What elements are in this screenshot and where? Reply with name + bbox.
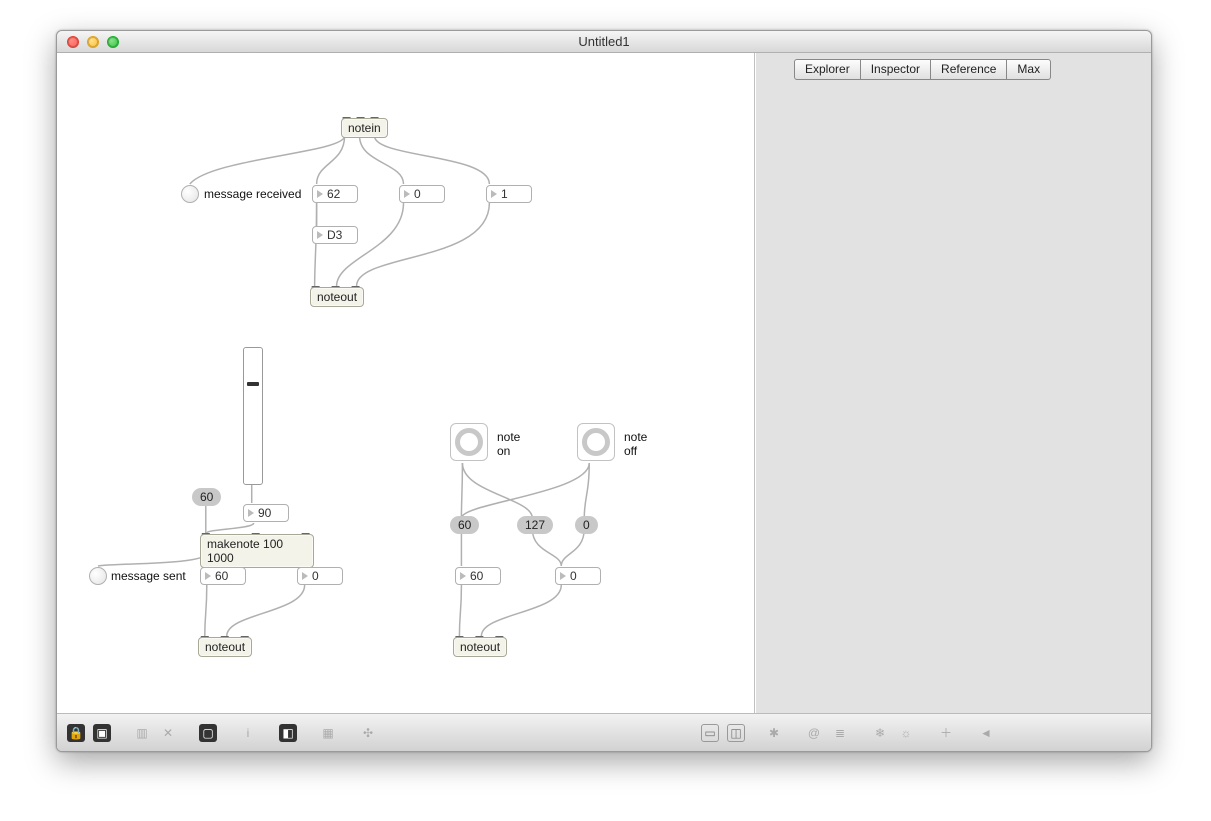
slider-knob[interactable] (247, 382, 259, 386)
message-value: 60 (458, 518, 471, 532)
sidebar: Explorer Inspector Reference Max (755, 53, 1151, 751)
numbox-value: D3 (327, 228, 348, 242)
bang-sent[interactable] (89, 567, 107, 585)
message-vel-127[interactable]: 127 (517, 516, 553, 534)
numbox-makenote-pitch[interactable]: 60 (200, 567, 246, 585)
bang-ring-icon (582, 428, 610, 456)
numbox-slider-out[interactable]: 90 (243, 504, 289, 522)
bang-received[interactable] (181, 185, 199, 203)
bottom-toolbar-right: ✱ @ ≣ ❄ ☼ ＋ ◄ (755, 713, 1151, 751)
view-single-icon[interactable]: ▭ (701, 724, 719, 742)
tab-inspector[interactable]: Inspector (861, 59, 931, 80)
grid-icon[interactable]: ▦ (319, 724, 337, 742)
object-notein[interactable]: notein (341, 118, 388, 138)
object-noteout-2[interactable]: noteout (198, 637, 252, 657)
numbox-value: 0 (312, 569, 325, 583)
camera-icon[interactable]: ▥ (133, 724, 151, 742)
object-makenote[interactable]: makenote 100 1000 (200, 534, 314, 568)
object-noteout-3[interactable]: noteout (453, 637, 507, 657)
list-icon[interactable]: ≣ (831, 724, 849, 742)
tab-explorer[interactable]: Explorer (794, 59, 861, 80)
numbox-value: 1 (501, 187, 514, 201)
content: notein message received 62 0 1 D3 noteou… (57, 53, 1151, 751)
menu-icon[interactable]: ◧ (279, 724, 297, 742)
gear-icon[interactable]: ✱ (765, 724, 783, 742)
numbox-value: 60 (215, 569, 234, 583)
numbox-value: 90 (258, 506, 277, 520)
message-value: 0 (583, 518, 590, 532)
slider-velocity[interactable] (243, 347, 263, 485)
numbox-right-vel[interactable]: 0 (555, 567, 601, 585)
numbox-value: 0 (414, 187, 427, 201)
numbox-velocity[interactable]: 0 (399, 185, 445, 203)
object-noteout-1[interactable]: noteout (310, 287, 364, 307)
numbox-pitch[interactable]: 62 (312, 185, 358, 203)
snow-icon[interactable]: ❄ (871, 724, 889, 742)
message-value: 127 (525, 518, 545, 532)
numbox-value: 60 (470, 569, 489, 583)
at-icon[interactable]: @ (805, 724, 823, 742)
patcher-area[interactable]: notein message received 62 0 1 D3 noteou… (57, 53, 755, 751)
canvas[interactable]: notein message received 62 0 1 D3 noteou… (57, 53, 754, 713)
patch-cords (57, 53, 754, 713)
sun-icon[interactable]: ☼ (897, 724, 915, 742)
numbox-channel[interactable]: 1 (486, 185, 532, 203)
bang-ring-icon (455, 428, 483, 456)
tab-reference[interactable]: Reference (931, 59, 1007, 80)
label-note-on-a: note (497, 430, 520, 444)
label-note-on-b: on (497, 444, 510, 458)
bang-note-on[interactable] (450, 423, 488, 461)
titlebar[interactable]: Untitled1 (57, 31, 1151, 53)
message-vel-0[interactable]: 0 (575, 516, 598, 534)
plus-icon[interactable]: ＋ (937, 724, 955, 742)
window-title: Untitled1 (57, 34, 1151, 49)
label-note-off-a: note (624, 430, 647, 444)
back-icon[interactable]: ◄ (977, 724, 995, 742)
info-icon[interactable]: i (239, 724, 257, 742)
screen-icon[interactable]: ▢ (199, 724, 217, 742)
sparkle-icon[interactable]: ✣ (359, 724, 377, 742)
bottom-toolbar-left: 🔒 ▣ ▥ ✕ ▢ i ◧ ▦ ✣ ▭ ◫ (57, 713, 755, 751)
tab-max[interactable]: Max (1007, 59, 1051, 80)
numbox-notename[interactable]: D3 (312, 226, 358, 244)
lock-icon[interactable]: 🔒 (67, 724, 85, 742)
label-message-sent: message sent (111, 569, 186, 583)
label-message-received: message received (204, 187, 301, 201)
message-value: 60 (200, 490, 213, 504)
bang-note-off[interactable] (577, 423, 615, 461)
label-note-off-b: off (624, 444, 637, 458)
view-split-icon[interactable]: ◫ (727, 724, 745, 742)
sidebar-tabs: Explorer Inspector Reference Max (794, 59, 1051, 80)
message-60[interactable]: 60 (192, 488, 221, 506)
numbox-right-pitch[interactable]: 60 (455, 567, 501, 585)
numbox-makenote-vel[interactable]: 0 (297, 567, 343, 585)
numbox-value: 62 (327, 187, 346, 201)
app-window: Untitled1 (56, 30, 1152, 752)
numbox-value: 0 (570, 569, 583, 583)
layers-icon[interactable]: ▣ (93, 724, 111, 742)
message-pitch-60[interactable]: 60 (450, 516, 479, 534)
x-icon[interactable]: ✕ (159, 724, 177, 742)
